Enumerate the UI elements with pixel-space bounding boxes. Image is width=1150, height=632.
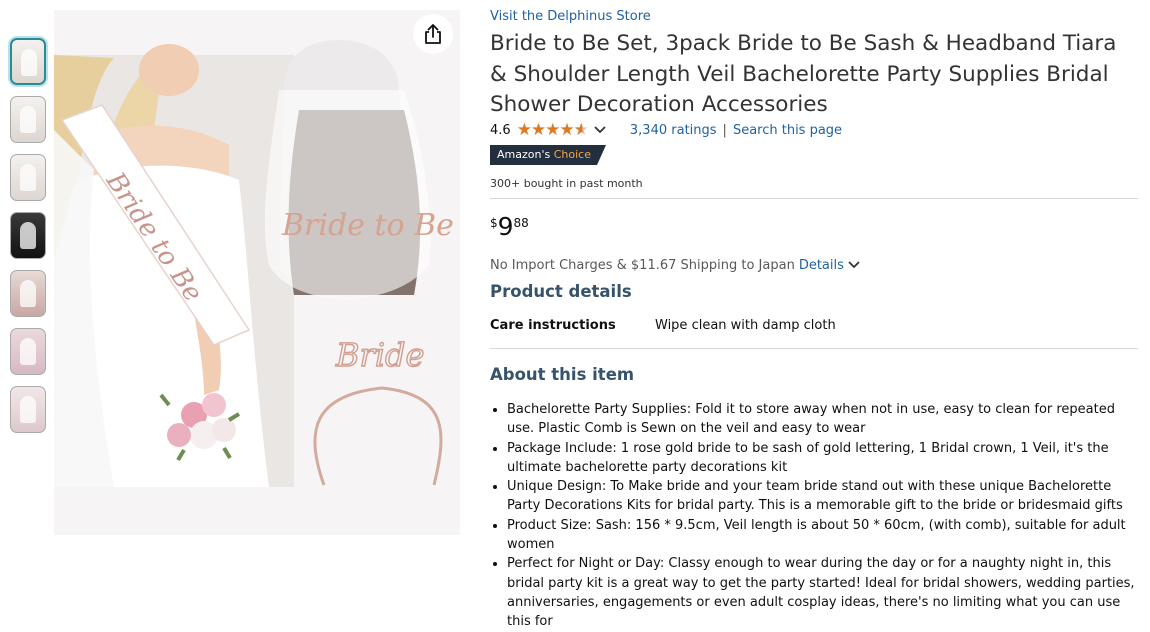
list-item: Perfect for Night or Day: Classy enough … — [507, 554, 1140, 631]
price-whole: 9 — [497, 212, 514, 241]
star-rating-icon[interactable]: ★★★★★ — [517, 120, 589, 140]
thumbnail-3[interactable] — [10, 154, 46, 201]
product-illustration: Bride to Be Bride to Be Bride — [54, 40, 454, 487]
shipping-details-link[interactable]: Details — [799, 258, 844, 273]
divider — [490, 198, 1138, 199]
rating-value: 4.6 — [490, 122, 511, 138]
detail-value: Wipe clean with damp cloth — [655, 318, 836, 333]
about-bullets: Bachelorette Party Supplies: Fold it to … — [490, 400, 1140, 632]
list-item: Package Include: 1 rose gold bride to be… — [507, 439, 1140, 478]
rating-row: 4.6 ★★★★★ 3,340 ratings | Search this pa… — [490, 120, 1138, 140]
thumbnail-strip — [10, 38, 50, 444]
veil-lettering: Bride to Be — [281, 208, 454, 243]
tiara-lettering: Bride — [335, 336, 424, 374]
thumbnail-4[interactable] — [10, 212, 46, 259]
ratings-count-link[interactable]: 3,340 ratings — [630, 123, 717, 138]
list-item: Bachelorette Party Supplies: Fold it to … — [507, 400, 1140, 439]
share-icon — [425, 24, 441, 44]
about-heading: About this item — [490, 365, 635, 384]
price-fraction: 88 — [513, 216, 529, 230]
amazons-choice-badge: Amazon's Choice — [490, 145, 606, 165]
main-product-image[interactable]: Bride to Be Bride to Be Bride — [54, 10, 460, 535]
bought-count: 300+ bought in past month — [490, 177, 643, 190]
list-item: Unique Design: To Make bride and your te… — [507, 477, 1140, 516]
thumbnail-7[interactable] — [10, 386, 46, 433]
list-item: Product Size: Sash: 156 * 9.5cm, Veil le… — [507, 516, 1140, 555]
thumbnail-6[interactable] — [10, 328, 46, 375]
product-details-heading: Product details — [490, 282, 632, 301]
chevron-down-icon[interactable] — [848, 258, 860, 273]
badge-suffix: Choice — [553, 148, 591, 161]
chevron-down-icon[interactable] — [594, 123, 606, 138]
thumbnail-1[interactable] — [10, 38, 46, 85]
badge-prefix: Amazon's — [497, 148, 551, 161]
shipping-info: No Import Charges & $11.67 Shipping to J… — [490, 258, 1138, 273]
detail-label: Care instructions — [490, 318, 616, 333]
product-detail-row: Care instructions Wipe clean with damp c… — [490, 318, 1138, 333]
product-title: Bride to Be Set, 3pack Bride to Be Sash … — [490, 31, 1117, 117]
store-link[interactable]: Visit the Delphinus Store — [490, 9, 1138, 24]
rating-separator: | — [722, 122, 727, 138]
thumbnail-2[interactable] — [10, 96, 46, 143]
price: $ 9 88 — [490, 212, 1138, 242]
search-page-link[interactable]: Search this page — [733, 123, 842, 138]
share-button[interactable] — [413, 14, 453, 54]
price-currency: $ — [490, 216, 498, 230]
divider — [490, 348, 1138, 349]
thumbnail-5[interactable] — [10, 270, 46, 317]
shipping-text: No Import Charges & $11.67 Shipping to J… — [490, 258, 795, 273]
